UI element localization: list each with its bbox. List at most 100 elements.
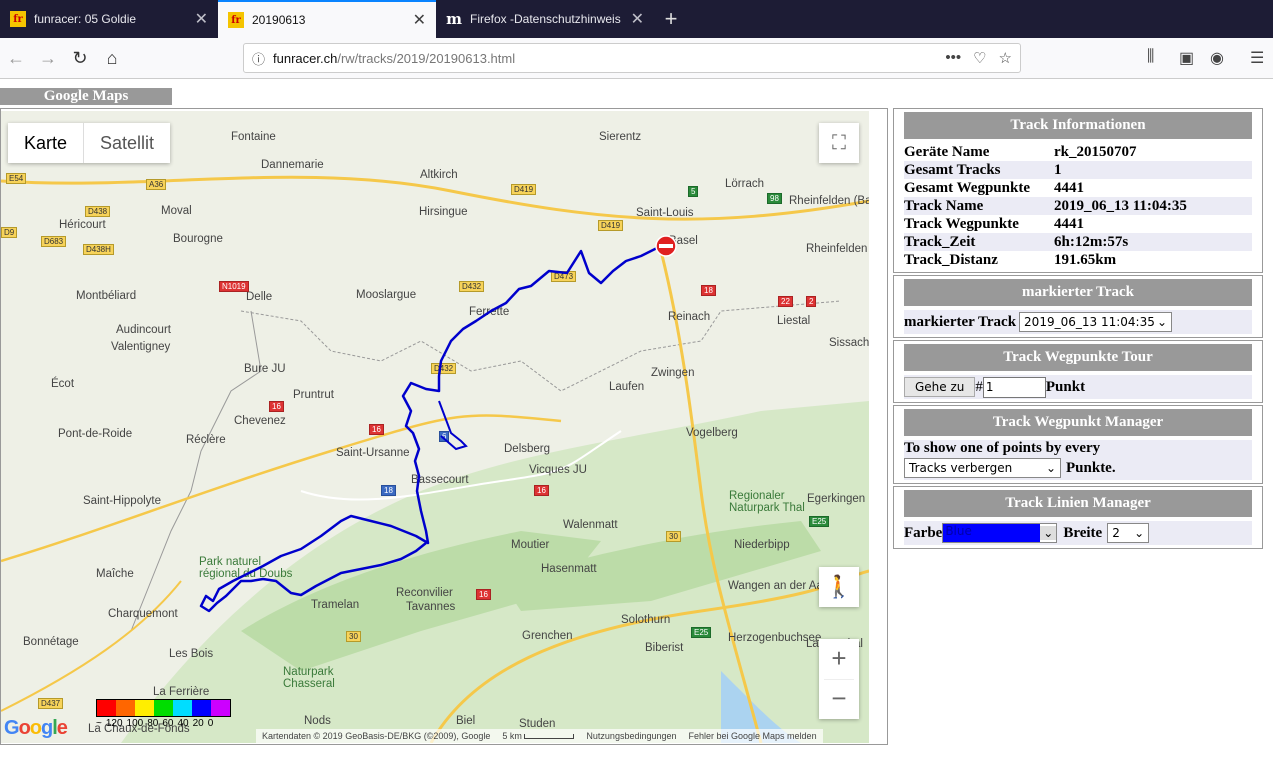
info-value: 191.65km [1054, 252, 1117, 268]
info-label: Track_Distanz [904, 252, 998, 268]
info-value: 4441 [1054, 180, 1084, 196]
tab-bar: fr funracer: 05 Goldie ✕ fr 20190613 ✕ m Fire… [0, 0, 1273, 38]
forward-icon[interactable]: → [32, 48, 64, 69]
info-value: 6h:12m:57s [1054, 234, 1129, 250]
marked-track-panel: markierter Track markierter Track 2019_0… [893, 275, 1263, 338]
info-value: 1 [1054, 162, 1062, 178]
info-row: Track_Distanz 191.65km [904, 251, 1252, 269]
legend-tick: 0 [207, 718, 214, 729]
nav-bar: ← → ↻ ⌂ ⓘ funracer.ch/rw/tracks/2019/201… [0, 38, 1273, 79]
waypoint-number-input[interactable]: 1 [982, 376, 1046, 398]
zoom-out-button[interactable]: − [824, 679, 854, 719]
legend-color-bar [96, 699, 231, 717]
legend-tick: ~ [96, 718, 102, 729]
legend-swatch [135, 700, 154, 716]
close-tab-icon[interactable]: ✕ [413, 10, 426, 30]
legend-tick: 60 [162, 718, 174, 729]
account-icon[interactable]: ◉ [1210, 48, 1224, 68]
report-error-link[interactable]: Fehler bei Google Maps melden [689, 731, 817, 741]
chevron-down-icon: ⌄ [1134, 526, 1145, 540]
info-row: Gesamt Tracks 1 [904, 161, 1252, 179]
side-panel: Track Informationen Geräte Name rk_201507… [893, 108, 1263, 551]
pocket-icon[interactable]: ♡ [973, 49, 986, 67]
info-value: 2019_06_13 11:04:35 [1054, 198, 1187, 214]
speed-legend: ~120 100 80 60 40 20 0 [96, 699, 231, 729]
tab-20190613[interactable]: fr 20190613 ✕ [218, 0, 436, 38]
sidebar-icon[interactable]: ▣ [1179, 48, 1194, 68]
tab-firefox-privacy[interactable]: m Firefox -Datenschutzhinweis — ✕ [436, 0, 654, 38]
info-value: 4441 [1054, 216, 1084, 232]
info-row: Track Wegpunkte 4441 [904, 215, 1252, 233]
map-type-control: Karte Satellit [8, 123, 171, 163]
bookmark-star-icon[interactable]: ☆ [999, 49, 1012, 67]
funracer-icon: fr [228, 12, 244, 28]
info-row: Geräte Name rk_20150707 [904, 143, 1252, 161]
line-width-select[interactable]: 2 ⌄ [1107, 523, 1150, 543]
close-tab-icon[interactable]: ✕ [631, 9, 644, 29]
url-bar[interactable]: ⓘ funracer.ch/rw/tracks/2019/20190613.ht… [243, 43, 1021, 73]
legend-ticks: ~120 100 80 60 40 20 0 [96, 718, 231, 729]
zoom-in-button[interactable]: + [831, 639, 846, 679]
info-value: rk_20150707 [1054, 144, 1137, 160]
legend-tick: 20 [192, 718, 204, 729]
goto-button[interactable]: Gehe zu [904, 377, 976, 397]
map-attribution: Kartendaten © 2019 GeoBasis-DE/BKG (©200… [256, 729, 823, 743]
close-tab-icon[interactable]: ✕ [195, 9, 208, 29]
track-info-panel: Track Informationen Geräte Name rk_201507… [893, 108, 1263, 273]
line-color-select[interactable]: Blue ⌄ [942, 523, 1058, 543]
info-label: Gesamt Tracks [904, 162, 1001, 178]
waypoint-interval-select[interactable]: Tracks verbergen ⌄ [904, 458, 1061, 478]
reload-icon[interactable]: ↻ [64, 48, 96, 69]
line-manager-panel: Track Linien Manager Farbe Blue ⌄ Breite … [893, 486, 1263, 549]
fullscreen-icon: ⛶ [832, 131, 846, 154]
map-type-karte-button[interactable]: Karte [8, 123, 83, 163]
legend-swatch [116, 700, 135, 716]
track-line[interactable] [199, 244, 662, 613]
legend-tick: 80 [147, 718, 159, 729]
info-icon[interactable]: ⓘ [252, 49, 265, 68]
map-type-satellit-button[interactable]: Satellit [83, 123, 170, 163]
back-icon[interactable]: ← [0, 48, 32, 69]
legend-tick: 120 [105, 718, 123, 729]
tab-funracer-goldie[interactable]: fr funracer: 05 Goldie ✕ [0, 0, 218, 38]
chevron-down-icon: ⌄ [1156, 315, 1168, 329]
map[interactable]: Fontaine Sierentz Lörrach Dannemarie Altkirc… [1, 111, 869, 743]
street-view-pegman-button[interactable]: 🚶 [819, 567, 859, 607]
new-tab-button[interactable]: + [654, 0, 688, 38]
fullscreen-button[interactable]: ⛶ [819, 123, 859, 163]
page-actions-icon[interactable]: ••• [945, 49, 961, 67]
chevron-down-icon: ⌄ [1045, 461, 1056, 475]
marked-track-select[interactable]: 2019_06_13 11:04:35 ⌄ [1019, 312, 1173, 332]
track-overlay [199, 235, 677, 613]
info-label: Track Name [904, 198, 984, 214]
chevron-down-icon: ⌄ [1040, 526, 1057, 540]
legend-swatch [173, 700, 192, 716]
info-label: Track_Zeit [904, 234, 976, 250]
menu-icon[interactable]: ☰ [1250, 48, 1264, 68]
funracer-icon: fr [10, 11, 26, 27]
pegman-icon: 🚶 [825, 574, 853, 599]
google-logo[interactable]: Google [4, 717, 68, 740]
info-row: Track Name 2019_06_13 11:04:35 [904, 197, 1252, 215]
info-label: Track Wegpunkte [904, 216, 1019, 232]
legend-tick: 100 [126, 718, 144, 729]
zoom-control: + − [819, 639, 859, 719]
home-icon[interactable]: ⌂ [96, 48, 128, 69]
info-row: Gesamt Wegpunkte 4441 [904, 179, 1252, 197]
legend-swatch [192, 700, 211, 716]
terms-link[interactable]: Nutzungsbedingungen [586, 731, 676, 741]
scale-bar[interactable]: 5 km [502, 731, 575, 741]
legend-swatch [154, 700, 173, 716]
legend-swatch [97, 700, 116, 716]
info-label: Geräte Name [904, 144, 990, 160]
legend-tick: 40 [177, 718, 189, 729]
info-row: Track_Zeit 6h:12m:57s [904, 233, 1252, 251]
library-icon[interactable]: ⫼ [1147, 48, 1154, 66]
track-line-segment [438, 400, 468, 451]
google-maps-header: Google Maps [0, 88, 172, 105]
mozilla-icon: m [446, 10, 462, 28]
waypoint-tour-panel: Track Wegpunkte Tour Gehe zu # 1 Punkt [893, 340, 1263, 403]
map-container: Fontaine Sierentz Lörrach Dannemarie Altkirc… [0, 108, 888, 745]
info-label: Gesamt Wegpunkte [904, 180, 1030, 196]
waypoint-manager-panel: Track Wegpunkt Manager To show one of po… [893, 405, 1263, 484]
